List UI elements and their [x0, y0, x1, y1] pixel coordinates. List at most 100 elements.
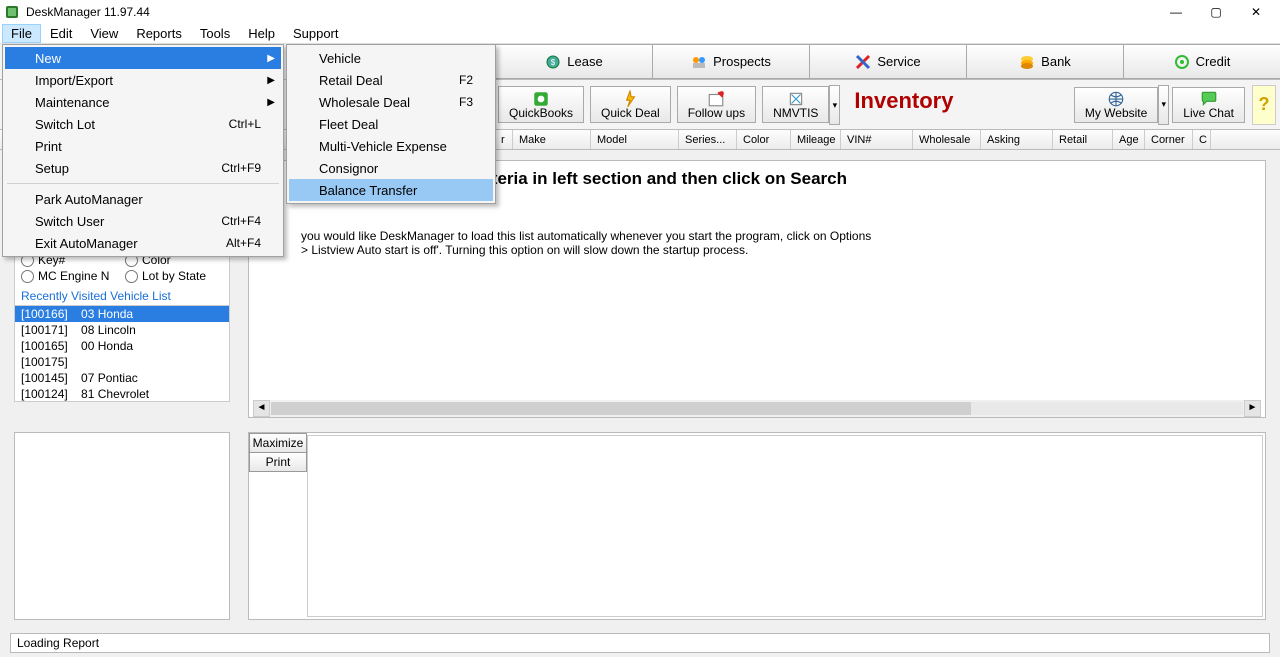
column-header[interactable]: Color	[737, 130, 791, 149]
help-button[interactable]: ?	[1252, 85, 1276, 125]
menu-bar: FileEditViewReportsToolsHelpSupport	[0, 24, 1280, 44]
column-header[interactable]: C	[1193, 130, 1211, 149]
app-icon	[4, 4, 20, 20]
prospects-icon	[691, 54, 707, 70]
nmvtis-dropdown-icon[interactable]: ▾	[829, 85, 840, 125]
column-header[interactable]: VIN#	[841, 130, 913, 149]
submenu-arrow-icon: ▶	[267, 75, 275, 86]
menu-help[interactable]: Help	[239, 24, 284, 43]
placeholder-hint-1: you would like DeskManager to load this …	[301, 229, 1253, 243]
column-header[interactable]: Model	[591, 130, 679, 149]
file-menu-maintenance[interactable]: Maintenance▶	[5, 91, 281, 113]
new-menu-wholesale-deal[interactable]: Wholesale DealF3	[289, 91, 493, 113]
column-header[interactable]: Make	[513, 130, 591, 149]
recent-vehicle-row[interactable]: [100175]	[15, 354, 229, 370]
file-menu-park-automanager[interactable]: Park AutoManager	[5, 188, 281, 210]
file-menu-dropdown: New▶Import/Export▶Maintenance▶Switch Lot…	[2, 44, 284, 257]
nmvtis-icon	[787, 90, 805, 104]
bank-icon	[1019, 54, 1035, 70]
new-menu-fleet-deal[interactable]: Fleet Deal	[289, 113, 493, 135]
submenu-arrow-icon: ▶	[267, 97, 275, 108]
placeholder-hint-2: > Listview Auto start is off'. Turning t…	[301, 243, 1253, 257]
maximize-button[interactable]: Maximize	[249, 433, 307, 453]
nmvtis-button[interactable]: NMVTIS	[762, 86, 829, 123]
search-criteria-panel: Key#ColorMC Engine NLot by State Recentl…	[14, 246, 230, 402]
column-header[interactable]: Wholesale	[913, 130, 981, 149]
report-preview-area	[307, 435, 1263, 617]
bottom-left-panel	[14, 432, 230, 620]
quickdeal-icon	[621, 90, 639, 104]
recent-vehicle-row[interactable]: [100124] 81 Chevrolet	[15, 386, 229, 402]
file-menu-new[interactable]: New▶	[5, 47, 281, 69]
credit-icon	[1174, 54, 1190, 70]
scroll-thumb[interactable]	[271, 402, 971, 415]
menu-reports[interactable]: Reports	[127, 24, 191, 43]
recent-vehicle-row[interactable]: [100165] 00 Honda	[15, 338, 229, 354]
livechat-button[interactable]: Live Chat	[1172, 87, 1245, 123]
livechat-icon	[1200, 90, 1218, 104]
new-menu-multi-vehicle-expense[interactable]: Multi-Vehicle Expense	[289, 135, 493, 157]
menu-support[interactable]: Support	[284, 24, 348, 43]
lease-icon: $	[545, 54, 561, 70]
new-menu-balance-transfer[interactable]: Balance Transfer	[289, 179, 493, 201]
search-by-radio[interactable]: MC Engine N	[21, 269, 119, 283]
file-menu-switch-user[interactable]: Switch UserCtrl+F4	[5, 210, 281, 232]
search-by-radio[interactable]: Lot by State	[125, 269, 223, 283]
placeholder-line-1: criteria in left section and then click …	[471, 169, 1253, 189]
new-menu-retail-deal[interactable]: Retail DealF2	[289, 69, 493, 91]
title-bar: DeskManager 11.97.44 ― ▢ ✕	[0, 0, 1280, 24]
submenu-arrow-icon: ▶	[267, 53, 275, 64]
recent-vehicle-list[interactable]: [100166] 03 Honda[100171] 08 Lincoln[100…	[14, 306, 230, 402]
bottom-right-panel: MaximizePrint	[248, 432, 1266, 620]
tab-lease[interactable]: $Lease	[495, 44, 653, 79]
menu-file[interactable]: File	[2, 24, 41, 43]
horizontal-scrollbar[interactable]: ◄ ►	[253, 400, 1261, 417]
tab-prospects[interactable]: Prospects	[652, 44, 810, 79]
file-menu-import-export[interactable]: Import/Export▶	[5, 69, 281, 91]
column-header[interactable]: r	[495, 130, 513, 149]
status-bar: Loading Report	[10, 633, 1270, 653]
menu-view[interactable]: View	[81, 24, 127, 43]
followups-icon	[707, 90, 725, 104]
file-menu-exit-automanager[interactable]: Exit AutoManagerAlt+F4	[5, 232, 281, 254]
column-header[interactable]: Series...	[679, 130, 737, 149]
recent-list-title: Recently Visited Vehicle List	[14, 287, 230, 306]
tab-service[interactable]: Service	[809, 44, 967, 79]
minimize-button[interactable]: ―	[1156, 1, 1196, 23]
window-title: DeskManager 11.97.44	[26, 5, 1156, 19]
mywebsite-button[interactable]: My Website	[1074, 87, 1158, 123]
recent-vehicle-row[interactable]: [100145] 07 Pontiac	[15, 370, 229, 386]
status-text: Loading Report	[17, 636, 99, 650]
tab-credit[interactable]: Credit	[1123, 44, 1280, 79]
file-menu-setup[interactable]: SetupCtrl+F9	[5, 157, 281, 179]
menu-tools[interactable]: Tools	[191, 24, 239, 43]
maximize-button[interactable]: ▢	[1196, 1, 1236, 23]
service-icon	[855, 54, 871, 70]
menu-edit[interactable]: Edit	[41, 24, 81, 43]
quickdeal-button[interactable]: Quick Deal	[590, 86, 671, 123]
print-button[interactable]: Print	[249, 452, 307, 472]
scroll-right-icon[interactable]: ►	[1244, 400, 1261, 417]
file-menu-print[interactable]: Print	[5, 135, 281, 157]
column-header[interactable]: Corner	[1145, 130, 1193, 149]
recent-vehicle-row[interactable]: [100171] 08 Lincoln	[15, 322, 229, 338]
svg-text:$: $	[551, 58, 556, 67]
new-menu-consignor[interactable]: Consignor	[289, 157, 493, 179]
file-new-submenu: VehicleRetail DealF2Wholesale DealF3Flee…	[286, 44, 496, 204]
tab-bank[interactable]: Bank	[966, 44, 1124, 79]
close-button[interactable]: ✕	[1236, 1, 1276, 23]
file-menu-switch-lot[interactable]: Switch LotCtrl+L	[5, 113, 281, 135]
quickbooks-icon	[532, 90, 550, 104]
column-header[interactable]: Retail	[1053, 130, 1113, 149]
column-header[interactable]: Age	[1113, 130, 1145, 149]
column-header[interactable]: Asking	[981, 130, 1053, 149]
scroll-left-icon[interactable]: ◄	[253, 400, 270, 417]
recent-vehicle-row[interactable]: [100166] 03 Honda	[15, 306, 229, 322]
followups-button[interactable]: Follow ups	[677, 86, 756, 123]
section-title: Inventory	[840, 80, 1070, 129]
quickbooks-button[interactable]: QuickBooks	[498, 86, 584, 123]
mywebsite-icon	[1107, 90, 1125, 104]
new-menu-vehicle[interactable]: Vehicle	[289, 47, 493, 69]
mywebsite-dropdown-icon[interactable]: ▾	[1158, 85, 1169, 125]
column-header[interactable]: Mileage	[791, 130, 841, 149]
